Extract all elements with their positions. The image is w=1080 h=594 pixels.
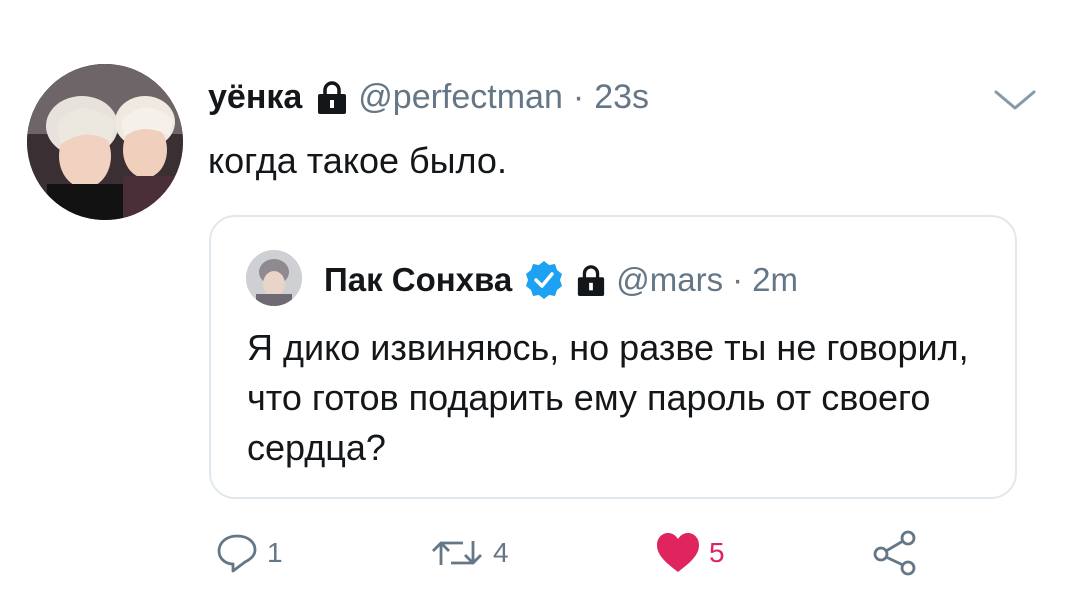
quoted-tweet-text: Я дико извиняюсь, но разве ты не говорил… xyxy=(247,327,969,468)
retweet-icon xyxy=(429,531,485,575)
share-icon xyxy=(870,528,920,578)
like-button[interactable]: 5 xyxy=(655,525,725,581)
retweet-button[interactable]: 4 xyxy=(429,525,509,581)
share-button[interactable] xyxy=(870,525,920,581)
reply-icon xyxy=(215,531,259,575)
reply-button[interactable]: 1 xyxy=(215,525,283,581)
quoted-tweet-header: Пак Сонхва @mars · 2m xyxy=(324,257,798,303)
separator-dot: · xyxy=(732,261,744,298)
quoted-user-avatar[interactable] xyxy=(246,250,302,306)
verified-badge-icon xyxy=(524,260,564,300)
quoted-user-handle[interactable]: @mars xyxy=(616,261,723,299)
quoted-display-name[interactable]: Пак Сонхва xyxy=(324,261,512,299)
reply-count: 1 xyxy=(267,537,283,568)
lock-icon xyxy=(576,264,606,296)
user-avatar[interactable] xyxy=(27,64,183,220)
heart-icon xyxy=(655,531,701,575)
display-name[interactable]: уёнка xyxy=(208,78,302,117)
timestamp[interactable]: 23s xyxy=(594,78,649,117)
like-count: 5 xyxy=(709,537,725,568)
tweet-actions: 1 4 5 xyxy=(0,525,1080,581)
chevron-down-icon[interactable] xyxy=(990,84,1040,114)
quoted-tweet[interactable]: Пак Сонхва @mars · 2m Я дико извиняюсь, … xyxy=(209,215,1017,499)
tweet-header: уёнка @perfectman · 23s xyxy=(208,72,649,122)
retweet-count: 4 xyxy=(493,537,509,568)
lock-icon xyxy=(316,80,348,114)
user-handle[interactable]: @perfectman xyxy=(358,78,563,117)
separator-dot: · xyxy=(572,77,585,116)
tweet[interactable]: уёнка @perfectman · 23s когда такое было… xyxy=(0,0,1080,594)
quoted-timestamp[interactable]: 2m xyxy=(752,261,798,299)
tweet-text: когда такое было. xyxy=(208,140,507,181)
